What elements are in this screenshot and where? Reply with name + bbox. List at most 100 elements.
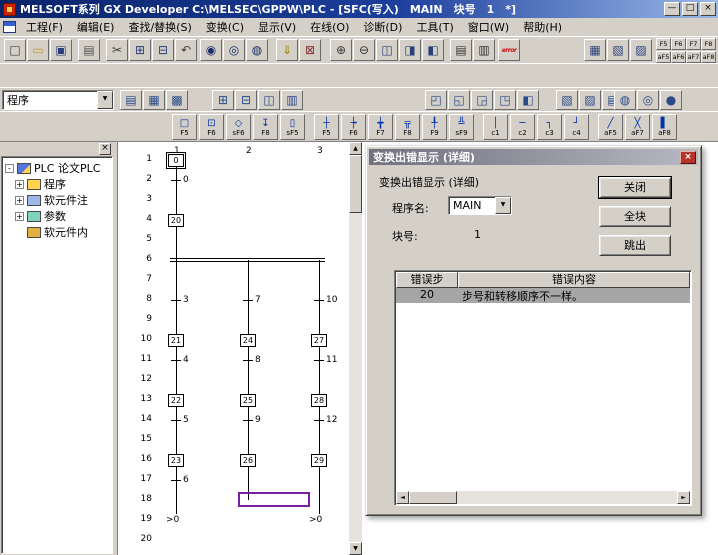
sfc-selection-divergence-button[interactable]: ┾F6 [341, 114, 366, 140]
save-button[interactable]: ▣ [50, 39, 72, 61]
menu-item-3[interactable]: 查找/替换(S) [121, 17, 198, 38]
tree-item-1[interactable]: -PLC 论文PLC [5, 160, 100, 176]
stop-monitor-button[interactable]: ◱ [448, 90, 470, 110]
tree-item-3[interactable]: +软元件注 [15, 192, 88, 208]
data-type-combobox[interactable]: 程序 ▼ [2, 90, 114, 110]
convert-button[interactable]: ⇓ [276, 39, 298, 61]
editor-vertical-scrollbar[interactable]: ▲ ▼ [349, 142, 362, 555]
write-mode-button[interactable]: ◲ [471, 90, 493, 110]
sfc-step[interactable]: 25 [240, 394, 256, 407]
ladder-view-button[interactable]: ▤ [120, 90, 142, 110]
sfc-step[interactable]: 22 [168, 394, 184, 407]
program-list-button[interactable]: ◍ [614, 90, 636, 110]
buffer-memory-monitor-button[interactable]: ▨ [630, 39, 652, 61]
fkey-aF5-button[interactable]: aF5 [656, 51, 671, 63]
find-device-button[interactable]: ◍ [246, 39, 268, 61]
sfc-step[interactable]: 23 [168, 454, 184, 467]
macro-button[interactable]: ◫ [258, 90, 280, 110]
zoom-block-button[interactable]: ⊞ [212, 90, 234, 110]
sfc-rule-write-button[interactable]: ╱aF5 [598, 114, 623, 140]
sfc-line-c2-button[interactable]: ─c2 [510, 114, 535, 140]
step-run-button[interactable]: ▧ [556, 90, 578, 110]
read-from-plc-button[interactable]: ◧ [422, 39, 444, 61]
sfc-transition-button[interactable]: ┼F5 [314, 114, 339, 140]
menu-item-1[interactable]: 工程(F) [19, 17, 70, 38]
sort-button[interactable]: ▥ [281, 90, 303, 110]
fkey-F8-button[interactable]: F8 [701, 38, 716, 50]
scroll-right-icon[interactable]: ► [677, 491, 690, 504]
menu-item-6[interactable]: 在线(O) [303, 17, 356, 38]
sfc-step[interactable]: 26 [240, 454, 256, 467]
error-table-row[interactable]: 20步号和转移顺序不一样。 [396, 288, 690, 303]
start-monitor-button[interactable]: ◰ [425, 90, 447, 110]
close-button[interactable]: × [700, 2, 716, 16]
new-button[interactable]: □ [4, 39, 26, 61]
fkey-F6-button[interactable]: F6 [671, 38, 686, 50]
sfc-view-button[interactable]: ▦ [143, 90, 165, 110]
sfc-step-button[interactable]: □F5 [172, 114, 197, 140]
sfc-line-c1-button[interactable]: │c1 [483, 114, 508, 140]
paste-button[interactable]: ⊟ [152, 39, 174, 61]
comment-display-button[interactable]: ▤ [450, 39, 472, 61]
minimize-button[interactable]: — [664, 2, 680, 16]
sfc-chart[interactable]: 1231234567891011121314151617181920037104… [118, 142, 348, 555]
sfc-step[interactable]: 28 [311, 394, 327, 407]
copy-button[interactable]: ⊞ [129, 39, 151, 61]
block-list-button[interactable]: ⊟ [235, 90, 257, 110]
tree-close-icon[interactable]: × [99, 143, 111, 155]
sfc-column-delete-button[interactable]: ▌aF8 [652, 114, 677, 140]
tree-expander-icon[interactable]: + [15, 180, 24, 189]
tree-item-5[interactable]: 软元件内 [15, 224, 88, 240]
menu-item-9[interactable]: 窗口(W) [461, 17, 516, 38]
insert-mode-button[interactable]: ◧ [517, 90, 539, 110]
all-blocks-button[interactable]: 全块 [599, 206, 671, 227]
menu-item-7[interactable]: 诊断(D) [356, 17, 409, 38]
error-list-horizontal-scrollbar[interactable]: ◄ ► [396, 491, 690, 504]
sfc-end-step-button[interactable]: ▯sF5 [280, 114, 305, 140]
fkey-F7-button[interactable]: F7 [686, 38, 701, 50]
tree-item-2[interactable]: +程序 [15, 176, 66, 192]
sfc-dummy-step-button[interactable]: ◇sF6 [226, 114, 251, 140]
program-check-button[interactable]: ⊠ [299, 39, 321, 61]
program-name-combobox[interactable]: MAIN ▼ [448, 196, 512, 215]
sfc-step[interactable]: 20 [168, 214, 184, 227]
menu-item-2[interactable]: 编辑(E) [70, 17, 122, 38]
combo-dropdown-icon[interactable]: ▼ [495, 197, 511, 214]
sfc-simultaneous-divergence-button[interactable]: ╈F7 [368, 114, 393, 140]
sfc-line-c4-button[interactable]: ┘c4 [564, 114, 589, 140]
scroll-down-icon[interactable]: ▼ [349, 542, 362, 555]
vertical-scroll-thumb[interactable] [349, 155, 362, 213]
undo-button[interactable]: ↶ [175, 39, 197, 61]
scroll-up-icon[interactable]: ▲ [349, 142, 362, 155]
sfc-step[interactable]: 0 [168, 154, 184, 167]
zoom-out-button[interactable]: ⊖ [353, 39, 375, 61]
device-test-button[interactable]: ▦ [584, 39, 606, 61]
sfc-step[interactable]: 27 [311, 334, 327, 347]
used-device-button[interactable]: ● [660, 90, 682, 110]
tree-expander-icon[interactable]: + [15, 212, 24, 221]
zoom-in-button[interactable]: ⊕ [330, 39, 352, 61]
cross-reference-button[interactable]: ◎ [637, 90, 659, 110]
sfc-rule-delete-button[interactable]: ╳aF7 [625, 114, 650, 140]
print-button[interactable]: ▤ [78, 39, 100, 61]
sfc-step[interactable]: 21 [168, 334, 184, 347]
sfc-step[interactable]: 29 [311, 454, 327, 467]
write-to-plc-button[interactable]: ◨ [399, 39, 421, 61]
menu-item-5[interactable]: 显示(V) [251, 17, 303, 38]
sfc-jump[interactable]: >0 [165, 514, 180, 526]
skip-button[interactable]: ▨ [579, 90, 601, 110]
instruction-list-view-button[interactable]: ▩ [166, 90, 188, 110]
jump-out-button[interactable]: 跳出 [599, 235, 671, 256]
sfc-jump[interactable]: >0 [308, 514, 323, 526]
horizontal-scroll-thumb[interactable] [409, 491, 457, 504]
close-dialog-button[interactable]: 关闭 [599, 177, 671, 198]
open-button[interactable]: ▭ [27, 39, 49, 61]
dialog-close-icon[interactable]: × [680, 151, 696, 164]
fkey-F5-button[interactable]: F5 [656, 38, 671, 50]
error-check-button[interactable]: error [498, 39, 520, 61]
read-mode-button[interactable]: ◳ [494, 90, 516, 110]
scroll-left-icon[interactable]: ◄ [396, 491, 409, 504]
tree-expander-icon[interactable]: + [15, 196, 24, 205]
sfc-vertical-line-button[interactable]: ╩sF9 [449, 114, 474, 140]
sfc-jump-button[interactable]: ↧F8 [253, 114, 278, 140]
